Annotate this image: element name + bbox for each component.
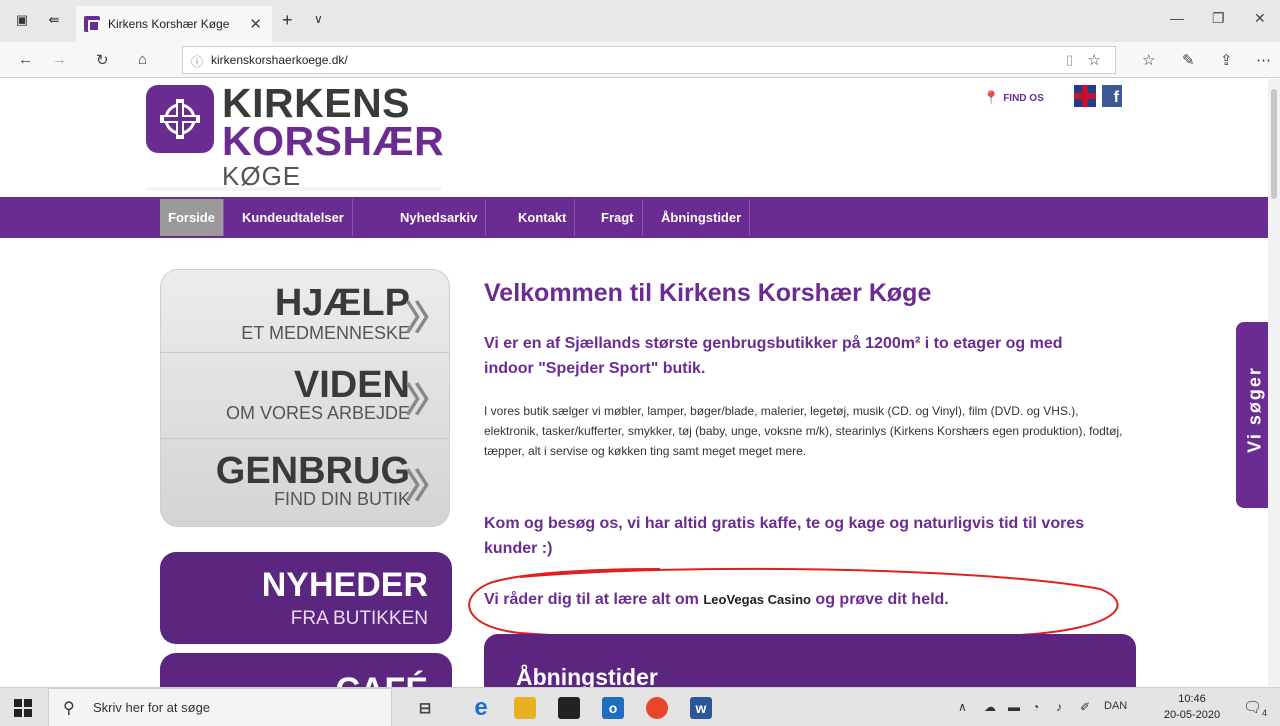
search-icon: ⚲ (63, 700, 75, 717)
more-icon[interactable]: ⋯ (1256, 51, 1271, 69)
promo-title: VIDEN (293, 364, 410, 406)
reading-view-icon[interactable]: ▯ (1066, 52, 1073, 68)
menu-item-nyhedsarkiv[interactable]: Nyhedsarkiv (392, 199, 487, 236)
find-os-link[interactable]: 📍 FIND OS (983, 90, 1044, 106)
casino-text: Vi råder dig til at lære alt om LeoVegas… (484, 591, 1124, 609)
logo-cross-icon[interactable] (146, 85, 214, 153)
favorite-star-icon[interactable]: ☆ (1088, 51, 1101, 69)
onedrive-icon[interactable]: ☁ (984, 700, 996, 714)
tab-title: Kirkens Korshær Køge (108, 17, 230, 31)
tab-list-chevron-icon[interactable]: ∨ (314, 12, 323, 26)
windows-start-icon[interactable] (14, 699, 32, 717)
promo-subtitle: FIND DIN BUTIK (273, 489, 410, 509)
search-placeholder: Skriv her for at søge (93, 700, 211, 715)
maximize-button[interactable]: ❐ (1212, 10, 1225, 27)
location-pin-icon: 📍 (983, 90, 1000, 105)
double-chevron-icon: 〉〉 (405, 382, 448, 420)
pen-icon[interactable]: ✎ (1182, 51, 1195, 69)
body-text: I vores butik sælger vi møbler, lamper, … (484, 404, 1123, 458)
leovegas-link[interactable]: LeoVegas Casino (703, 592, 811, 607)
set-aside-tabs-icon[interactable]: ⇚ (44, 10, 64, 30)
file-explorer-icon[interactable] (514, 697, 536, 719)
cafe-title: CAFÉ (335, 671, 428, 687)
opening-hours-title: Åbningstider (516, 664, 658, 687)
site-info-icon[interactable]: ⓘ (191, 53, 203, 70)
tab-actions-icon[interactable]: ▣ (12, 10, 32, 30)
web-page: KIRKENS KORSHÆR KØGE 📍 FIND OS f Forside… (0, 79, 1268, 687)
menu-item-forside[interactable]: Forside (160, 199, 224, 236)
double-chevron-icon: 〉〉 (405, 468, 448, 506)
store-icon[interactable] (558, 697, 580, 719)
double-chevron-icon: 〉〉 (405, 300, 448, 338)
tab-close-icon[interactable]: ✕ (249, 15, 262, 33)
taskbar-clock[interactable]: 10:46 20-05-2020 (1162, 691, 1222, 723)
uk-flag-icon[interactable] (1074, 85, 1096, 107)
intro-text: Vi er en af Sjællands største genbrugsbu… (484, 335, 1063, 377)
page-title: Velkommen til Kirkens Korshær Køge (484, 279, 932, 307)
taskbar-search[interactable]: ⚲ Skriv her for at søge (48, 688, 392, 726)
promo-hjaelp[interactable]: HJÆLP ET MEDMENNESKE 〉〉 (160, 269, 450, 353)
share-icon[interactable]: ⇪ (1220, 51, 1233, 69)
address-field[interactable]: ⓘ kirkenskorshaerkoege.dk/ ▯ ☆ (182, 46, 1116, 74)
menu-item-fragt[interactable]: Fragt (593, 199, 643, 236)
task-view-icon[interactable]: ⊟ (414, 697, 436, 719)
scrollbar-thumb[interactable] (1271, 89, 1277, 199)
volume-icon[interactable]: ♪ (1056, 700, 1062, 714)
clock-time: 10:46 (1178, 693, 1206, 705)
edge-icon[interactable]: e (470, 694, 492, 721)
vi-soger-tab[interactable]: Vi søger (1236, 322, 1268, 508)
menu-item-abningstider[interactable]: Åbningstider (653, 199, 751, 236)
find-os-label: FIND OS (1003, 92, 1044, 104)
close-window-button[interactable]: ✕ (1254, 10, 1266, 27)
logo-text-korshaer[interactable]: KORSHÆR (222, 119, 444, 163)
home-icon[interactable]: ⌂ (138, 51, 147, 68)
casino-text-pre: Vi råder dig til at lære alt om (484, 591, 704, 608)
new-tab-button[interactable]: + (282, 10, 293, 31)
logo-divider (146, 187, 442, 191)
browser-tab[interactable]: Kirkens Korshær Køge ✕ (76, 6, 272, 42)
tray-chevron-icon[interactable]: ∧ (958, 700, 967, 714)
news-title: NYHEDER (261, 566, 428, 604)
favorites-icon[interactable]: ☆ (1142, 51, 1155, 69)
promo-subtitle: ET MEDMENNESKE (241, 323, 410, 343)
chrome-icon[interactable] (646, 697, 668, 719)
cafe-box[interactable]: CAFÉ (160, 653, 452, 687)
wifi-icon[interactable]: ◔ (1032, 700, 1039, 714)
news-subtitle: FRA BUTIKKEN (290, 608, 428, 629)
casino-text-post: og prøve dit held. (810, 591, 949, 608)
menu-item-kundeudtalelser[interactable]: Kundeudtalelser (234, 199, 353, 236)
word-icon[interactable]: w (690, 697, 712, 719)
windows-taskbar: ⚲ Skriv her for at søge ⊟ e o w ∧ ☁ ▬ ◔ … (0, 687, 1280, 726)
battery-icon[interactable]: ▬ (1008, 700, 1020, 714)
promo-subtitle: OM VORES ARBEJDE (225, 403, 410, 423)
back-arrow-icon[interactable]: ← (18, 51, 33, 68)
language-indicator[interactable]: DAN (1104, 700, 1127, 712)
site-favicon-icon (84, 16, 100, 32)
promo-panel: HJÆLP ET MEDMENNESKE 〉〉 VIDEN OM VORES A… (160, 269, 450, 527)
menu-item-kontakt[interactable]: Kontakt (510, 199, 576, 236)
refresh-icon[interactable]: ↻ (96, 51, 109, 69)
notification-center-icon[interactable]: 🗨4 (1243, 698, 1267, 718)
notification-count: 4 (1262, 708, 1268, 718)
minimize-button[interactable]: — (1170, 10, 1184, 26)
url-text: kirkenskorshaerkoege.dk/ (211, 53, 348, 67)
main-menu: Forside Kundeudtalelser Nyhedsarkiv Kont… (0, 197, 1268, 238)
promo-title: GENBRUG (215, 450, 410, 492)
welcome-text: Kom og besøg os, vi har altid gratis kaf… (484, 515, 1085, 557)
news-box[interactable]: NYHEDER FRA BUTIKKEN (160, 552, 452, 644)
promo-genbrug[interactable]: GENBRUG FIND DIN BUTIK 〉〉 (160, 439, 450, 523)
promo-viden[interactable]: VIDEN OM VORES ARBEJDE 〉〉 (160, 355, 450, 439)
promo-title: HJÆLP (274, 282, 410, 324)
outlook-icon[interactable]: o (602, 697, 624, 719)
vi-soger-label: Vi søger (1244, 366, 1265, 453)
facebook-icon[interactable]: f (1102, 85, 1122, 107)
address-toolbar: ← → ↻ ⌂ ⓘ kirkenskorshaerkoege.dk/ ▯ ☆ ☆… (0, 42, 1280, 78)
browser-tab-bar: ▣ ⇚ Kirkens Korshær Køge ✕ + ∨ — ❐ ✕ (0, 0, 1280, 42)
clock-date: 20-05-2020 (1163, 709, 1221, 721)
pen-workspace-icon[interactable]: ✐ (1080, 700, 1090, 714)
forward-arrow-icon[interactable]: → (52, 51, 67, 68)
page-scrollbar[interactable] (1268, 79, 1280, 687)
opening-hours-box: Åbningstider (484, 634, 1136, 687)
